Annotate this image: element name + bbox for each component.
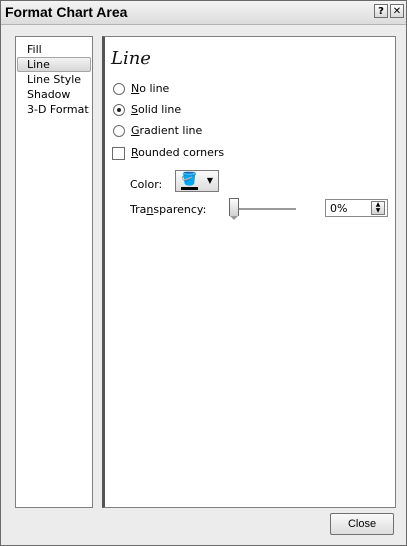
rounded-corners-checkbox[interactable] <box>112 147 125 160</box>
category-list: Fill Line Line Style Shadow 3-D Format <box>15 36 93 508</box>
transparency-slider-track[interactable] <box>236 208 296 211</box>
format-chart-area-dialog: Format Chart Area ? ✕ Fill Line Line Sty… <box>0 0 407 546</box>
transparency-slider-thumb[interactable] <box>229 198 239 220</box>
color-label: Color: <box>130 178 163 191</box>
spin-up-down-icon[interactable]: ▲ ▼ <box>371 201 385 215</box>
nav-item-3d-format[interactable]: 3-D Format <box>17 102 91 117</box>
transparency-value[interactable]: 0% <box>330 202 347 215</box>
nav-item-fill[interactable]: Fill <box>17 42 91 57</box>
title-bar[interactable]: Format Chart Area ? ✕ <box>1 1 406 25</box>
gradient-line-radio[interactable] <box>113 125 125 137</box>
nav-item-line[interactable]: Line <box>17 57 91 72</box>
paint-bucket-icon: 🪣 <box>181 172 198 187</box>
line-settings-panel: Line No line Solid line Gradient line Ro… <box>102 36 396 508</box>
color-swatch <box>181 187 198 190</box>
nav-item-shadow[interactable]: Shadow <box>17 87 91 102</box>
close-button[interactable]: Close <box>330 513 394 535</box>
solid-line-radio[interactable] <box>113 104 125 116</box>
solid-line-label[interactable]: Solid line <box>131 102 181 118</box>
close-icon[interactable]: ✕ <box>390 4 404 18</box>
no-line-label[interactable]: No line <box>131 81 169 97</box>
line-color-button[interactable]: 🪣 ▼ <box>175 170 219 192</box>
transparency-label: Transparency: <box>130 203 207 216</box>
dialog-title: Format Chart Area <box>5 4 128 20</box>
rounded-corners-label[interactable]: Rounded corners <box>131 145 224 161</box>
no-line-radio[interactable] <box>113 83 125 95</box>
transparency-input[interactable]: 0% ▲ ▼ <box>325 199 388 217</box>
help-icon[interactable]: ? <box>374 4 388 18</box>
gradient-line-label[interactable]: Gradient line <box>131 123 202 139</box>
nav-item-line-style[interactable]: Line Style <box>17 72 91 87</box>
panel-title: Line <box>111 48 151 69</box>
chevron-down-icon: ▼ <box>206 176 213 185</box>
